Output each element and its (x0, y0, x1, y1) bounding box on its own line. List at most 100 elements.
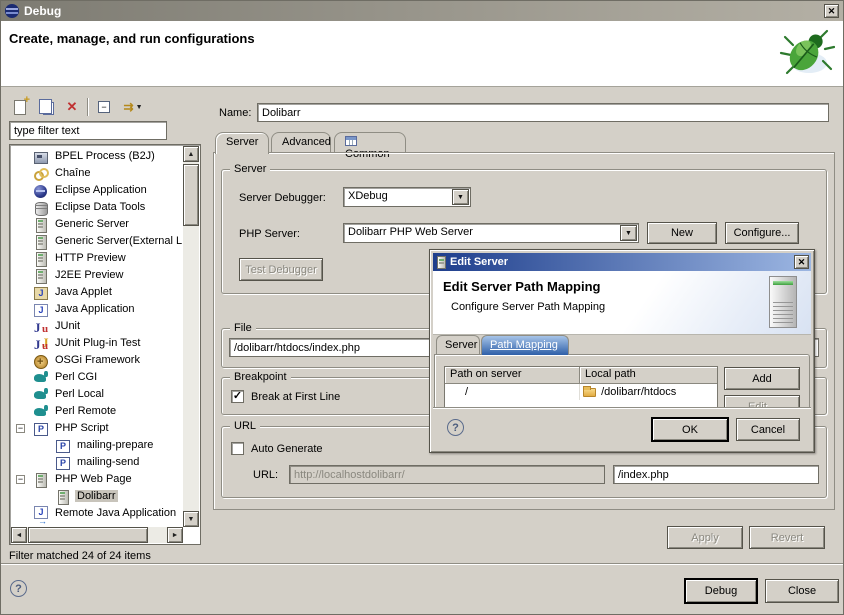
tree-item[interactable]: Generic Server (11, 216, 182, 233)
filter-button[interactable]: ⇉▼ (117, 97, 149, 117)
expander-minus-icon[interactable]: − (16, 424, 25, 433)
name-input[interactable] (257, 103, 829, 122)
tree-item[interactable]: BPEL Process (B2J) (11, 148, 182, 165)
dialog-titlebar: Edit Server ✕ (433, 253, 811, 271)
expander-minus-icon[interactable]: − (16, 475, 25, 484)
tree-item-label: Perl Remote (53, 405, 118, 417)
tree-item[interactable]: Eclipse Application (11, 182, 182, 199)
bpel-icon (33, 149, 49, 165)
dialog-help-icon[interactable]: ? (447, 419, 464, 436)
local-path-cell: /dolibarr/htdocs (580, 384, 717, 400)
edit-server-dialog: Edit Server ✕ Edit Server Path Mapping C… (429, 249, 815, 453)
tree-item[interactable]: mailing-prepare (11, 437, 182, 454)
server-icon (33, 472, 49, 488)
eclipse-icon (33, 183, 49, 199)
server-icon (33, 234, 49, 250)
column-local-path[interactable]: Local path (580, 367, 717, 384)
perl-icon (33, 370, 49, 386)
tree-item[interactable]: Eclipse Data Tools (11, 199, 182, 216)
scroll-left-icon[interactable]: ◄ (11, 527, 27, 543)
tree-item[interactable]: Perl Local (11, 386, 182, 403)
new-config-icon (14, 100, 26, 115)
server-icon (33, 217, 49, 233)
eclipse-logo-icon (4, 3, 20, 19)
tree-item[interactable]: JUnit Plug-in Test (11, 335, 182, 352)
tree-item[interactable]: Generic Server(External La (11, 233, 182, 250)
duplicate-configuration-button[interactable] (35, 97, 57, 117)
horizontal-scroll-thumb[interactable] (28, 527, 148, 543)
revert-button[interactable]: Revert (749, 526, 825, 549)
tree-item[interactable]: Dolibarr (11, 488, 182, 505)
tree-item-label: JUnit Plug-in Test (53, 337, 142, 349)
add-mapping-button[interactable]: Add (724, 367, 800, 390)
php-icon (55, 438, 71, 454)
duplicate-icon (43, 102, 54, 115)
tree-item-label: PHP Web Page (53, 473, 134, 485)
tree-item[interactable]: HTTP Preview (11, 250, 182, 267)
server-icon (55, 489, 71, 505)
tree-item-label: HTTP Preview (53, 252, 128, 264)
tree-item[interactable]: Chaîne (11, 165, 182, 182)
tree-item[interactable]: Perl Remote (11, 403, 182, 420)
name-label: Name: (219, 107, 251, 119)
tree-item-label: mailing-send (75, 456, 141, 468)
tree-item[interactable]: Remote Java Application (11, 505, 182, 522)
dialog-button-bar: ? OK Cancel (433, 407, 811, 449)
close-button[interactable]: Close (765, 579, 839, 603)
filter-input[interactable] (9, 121, 167, 140)
tree-item[interactable]: mailing-send (11, 454, 182, 471)
ok-button[interactable]: OK (652, 418, 728, 441)
scroll-up-icon[interactable]: ▲ (183, 146, 199, 162)
perl-icon (33, 387, 49, 403)
japplet-icon (33, 285, 49, 301)
delete-icon: ✕ (67, 99, 78, 115)
tree-item[interactable]: Perl CGI (11, 369, 182, 386)
tree-item-label: BPEL Process (B2J) (53, 150, 157, 162)
vertical-scroll-thumb[interactable] (183, 164, 199, 226)
dialog-close-button[interactable]: ✕ (794, 255, 809, 269)
junit-plugin-icon (33, 336, 49, 352)
tree-item-label: PHP Script (53, 422, 111, 434)
junit-icon (33, 319, 49, 335)
tree-item-label: JUnit (53, 320, 82, 332)
path-mapping-table[interactable]: Path on server Local path //dolibarr/htd… (444, 366, 718, 410)
path-mapping-row[interactable]: //dolibarr/htdocs (445, 384, 717, 400)
tree-item[interactable]: JUnit (11, 318, 182, 335)
tree-item-label: mailing-prepare (75, 439, 155, 451)
help-icon[interactable]: ? (10, 580, 27, 597)
filter-status: Filter matched 24 of 24 items (9, 550, 151, 562)
collapse-all-button[interactable]: − (93, 97, 115, 117)
tree-item[interactable]: − PHP Web Page (11, 471, 182, 488)
tree-horizontal-scrollbar[interactable]: ◄ ► (11, 527, 183, 543)
dialog-title: Edit Server (450, 256, 508, 268)
tab-common[interactable]: Common (334, 132, 406, 153)
tab-server[interactable]: Server (215, 132, 269, 154)
server-tower-icon (769, 276, 797, 328)
delete-configuration-button[interactable]: ✕ (61, 97, 83, 117)
column-path-on-server[interactable]: Path on server (445, 367, 580, 384)
tab-advanced[interactable]: Advanced (271, 132, 331, 153)
tree-item[interactable]: Java Application (11, 301, 182, 318)
tree-item[interactable]: J2EE Preview (11, 267, 182, 284)
dialog-tab-server[interactable]: Server (436, 335, 480, 354)
scroll-right-icon[interactable]: ► (167, 527, 183, 543)
tree-item[interactable]: Java Applet (11, 284, 182, 301)
window-close-button[interactable]: ✕ (824, 4, 839, 18)
dialog-header: Edit Server Path Mapping Configure Serve… (433, 271, 811, 335)
tree-item-label: OSGi Framework (53, 354, 142, 366)
debug-button[interactable]: Debug (685, 579, 757, 603)
tree-item-label: Remote Java Application (53, 507, 178, 519)
tree-item-label: Java Application (53, 303, 137, 315)
tree-rows: BPEL Process (B2J) ChaîneEclipse Applicat… (11, 148, 182, 527)
new-configuration-button[interactable] (9, 97, 31, 117)
apply-button[interactable]: Apply (667, 526, 743, 549)
tree-item-label: Eclipse Data Tools (53, 201, 147, 213)
tree-vertical-scrollbar[interactable]: ▲ ▼ (183, 146, 199, 527)
dialog-tab-path-mapping[interactable]: Path Mapping (481, 335, 569, 355)
scroll-down-icon[interactable]: ▼ (183, 511, 199, 527)
tree-item[interactable]: − PHP Script (11, 420, 182, 437)
server-icon (33, 251, 49, 267)
tree-item[interactable]: OSGi Framework (11, 352, 182, 369)
cancel-button[interactable]: Cancel (736, 418, 800, 441)
filter-icon: ⇉ (124, 100, 134, 114)
